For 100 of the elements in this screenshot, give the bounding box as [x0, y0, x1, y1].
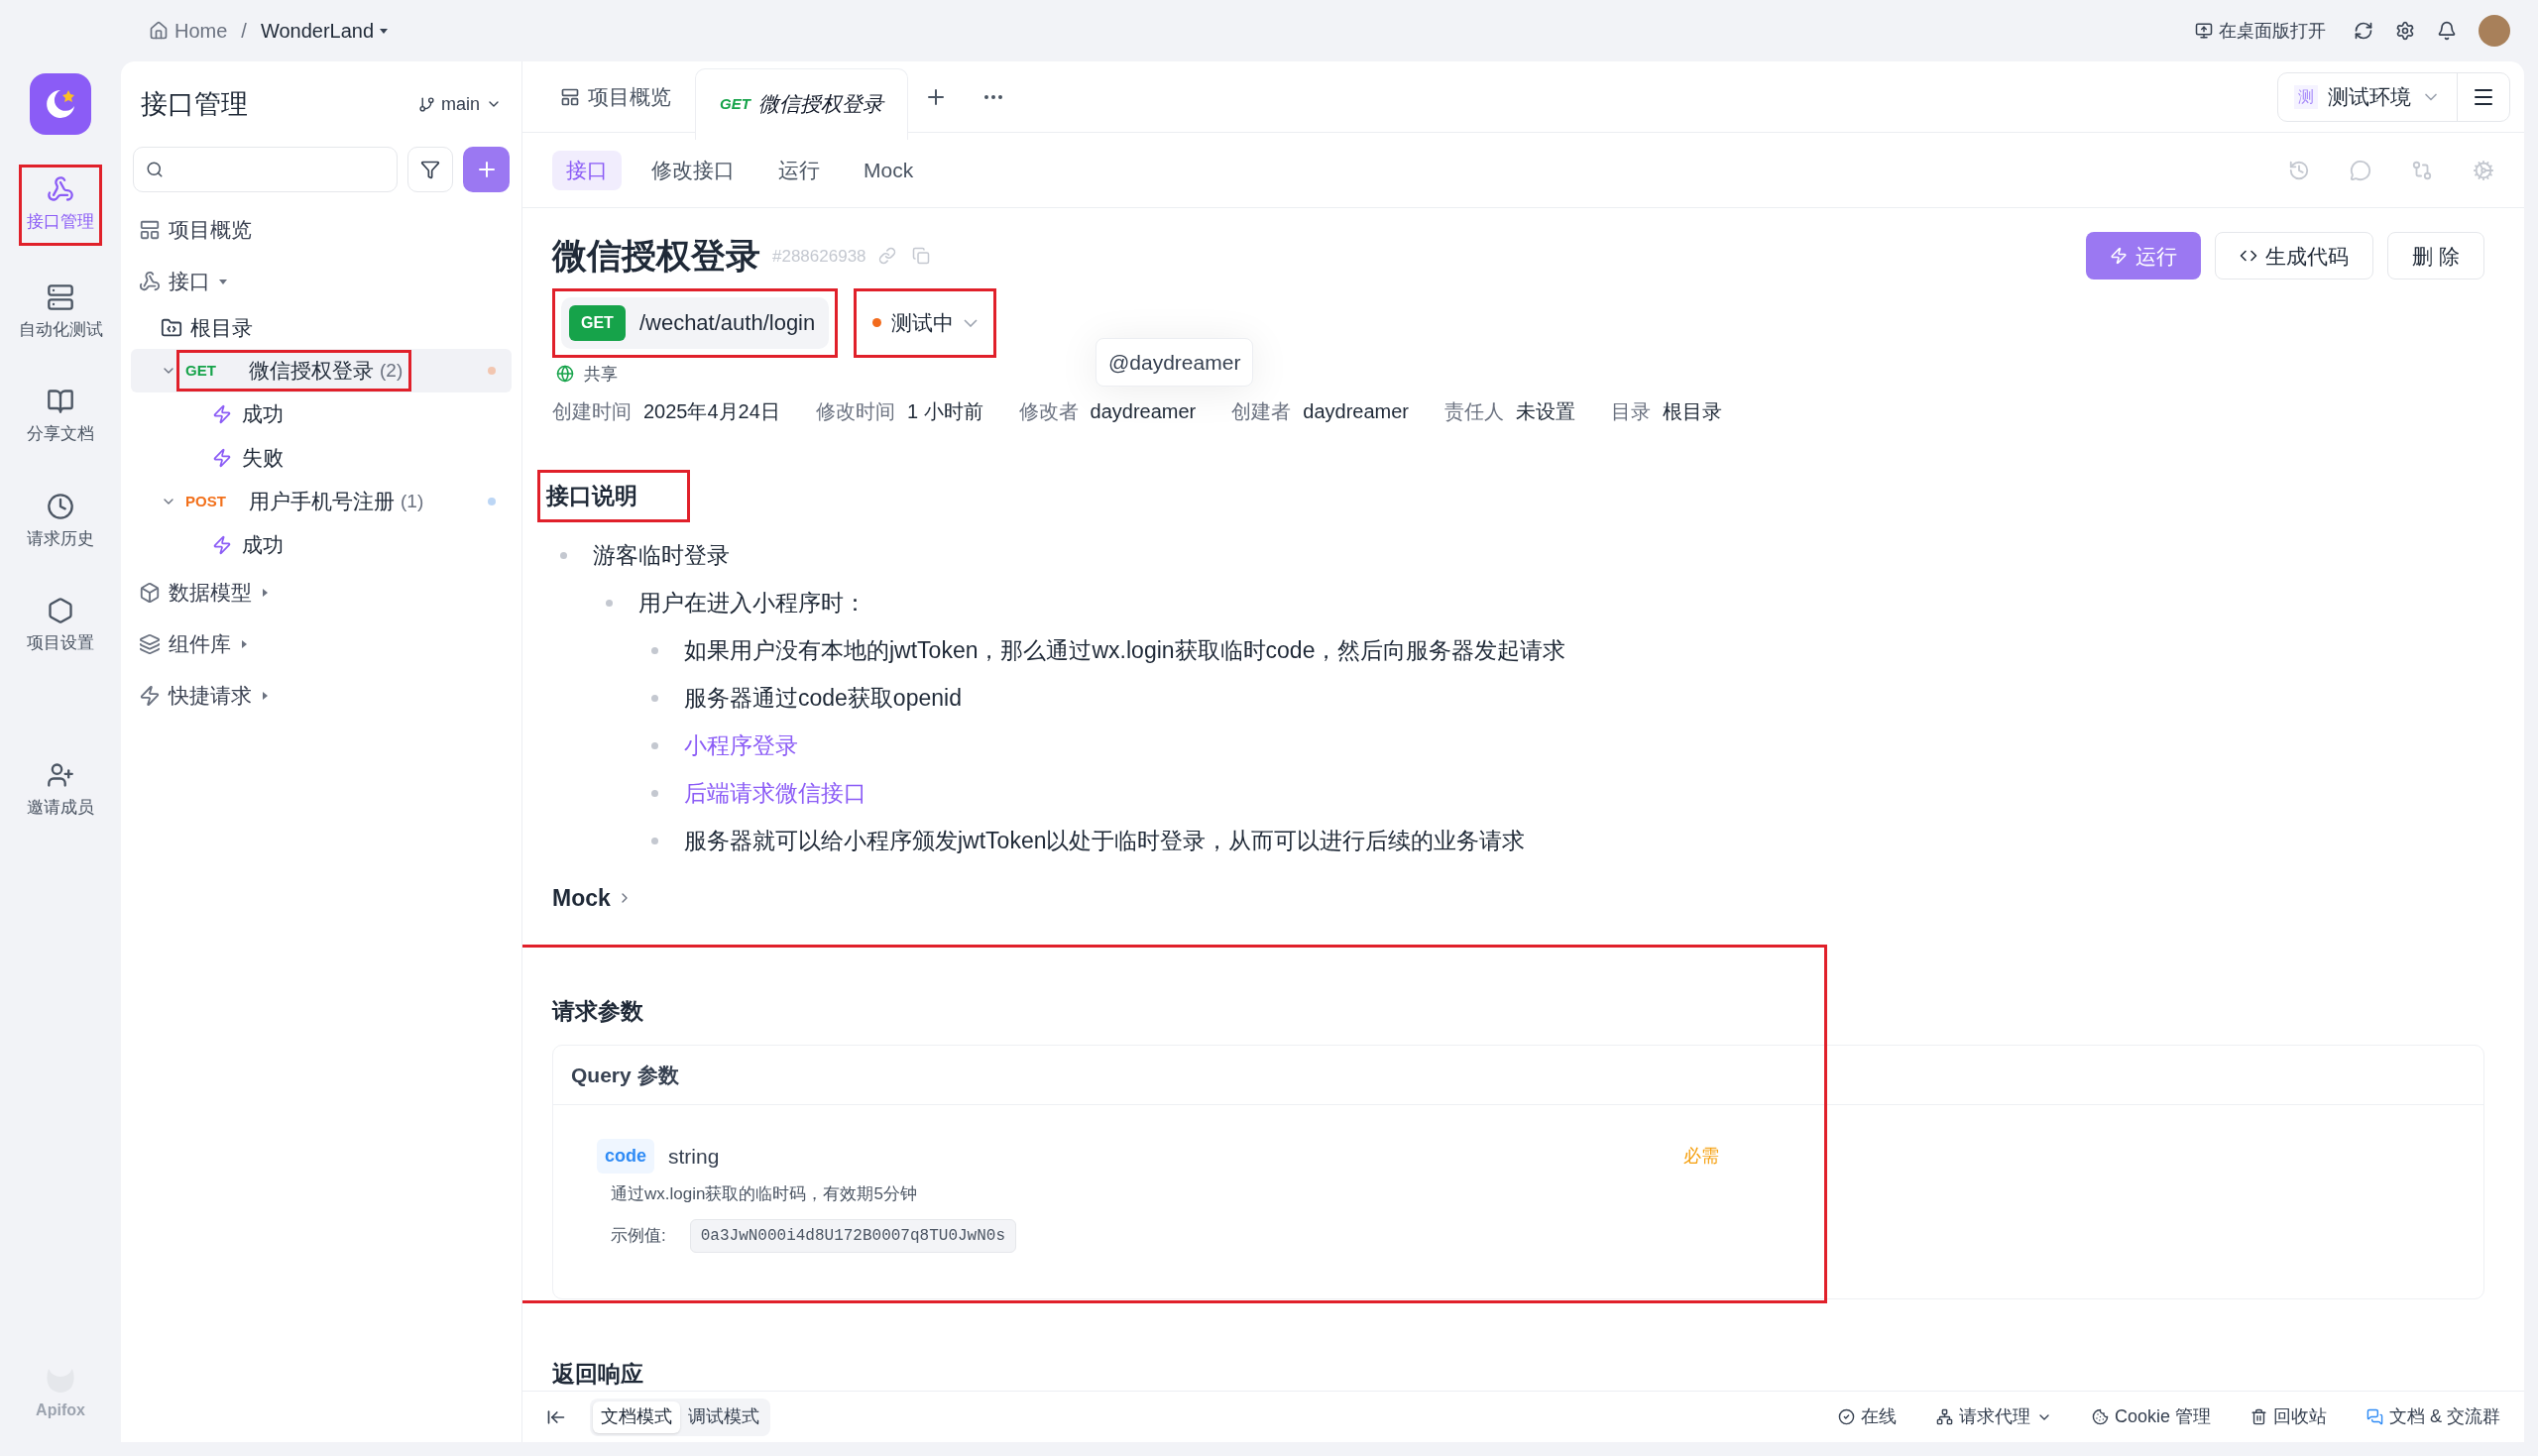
filter-button[interactable] — [406, 147, 454, 192]
status-bar-item[interactable]: 文档 & 交流群 — [2366, 1403, 2500, 1430]
app-logo — [30, 73, 91, 135]
project-dropdown[interactable]: WonderLand — [260, 16, 389, 46]
param-description: 通过wx.login获取的临时码，有效期5分钟 — [611, 1183, 918, 1205]
meta-label: 责任人 — [1444, 399, 1504, 424]
tree-item[interactable]: 项目概览 — [131, 204, 512, 256]
nav-icon — [47, 492, 74, 520]
nav-item[interactable]: 邀请成员 — [22, 752, 99, 828]
folder-icon — [161, 317, 182, 339]
expand-caret-icon — [239, 639, 249, 649]
case-count: (1) — [401, 489, 424, 513]
description-text: 服务器通过code获取openid — [684, 684, 962, 714]
refresh-icon[interactable] — [2354, 21, 2373, 41]
status-icon — [1837, 1408, 1855, 1425]
description-text: 服务器就可以给小程序颁发jwtToken以处于临时登录，从而可以进行后续的业务请求 — [684, 827, 1526, 856]
nav-item[interactable]: 项目设置 — [22, 589, 99, 664]
open-desktop-button[interactable]: 在桌面版打开 — [2195, 17, 2326, 45]
method-label: GET — [185, 360, 217, 381]
history-icon[interactable] — [2288, 159, 2310, 181]
status-bar-item[interactable]: 请求代理 — [1935, 1403, 2052, 1430]
nav-icon — [47, 760, 74, 789]
status-icon — [2091, 1408, 2109, 1425]
tab[interactable]: GET 微信授权登录 — [695, 67, 908, 140]
meta-label: 修改时间 — [815, 399, 895, 424]
nav-item[interactable]: 分享文档 — [22, 380, 99, 455]
subtab[interactable]: 运行 — [764, 150, 834, 190]
tab[interactable]: 项目概览 — [536, 60, 695, 133]
bullet-icon — [651, 695, 658, 702]
add-button[interactable] — [463, 147, 510, 192]
status-icon — [1935, 1408, 1953, 1425]
tree-item[interactable]: 数据模型 — [131, 567, 512, 618]
mode-toggle[interactable]: 调试模式 — [680, 1400, 767, 1433]
overview-icon — [560, 86, 580, 107]
shared-label: 共享 — [584, 363, 618, 386]
notification-icon[interactable] — [2437, 21, 2457, 41]
endpoint-path: GET /wechat/auth/login — [561, 296, 830, 349]
nav-item[interactable]: 请求历史 — [22, 484, 99, 559]
status-bar-item[interactable]: 回收站 — [2250, 1403, 2327, 1430]
required-label: 必需 — [1683, 1145, 1719, 1168]
nav-icon — [47, 282, 74, 311]
status-icon — [2250, 1408, 2267, 1425]
tree-item[interactable]: 接口 — [131, 256, 512, 307]
action-button[interactable]: 删 除 — [2387, 232, 2484, 280]
action-button[interactable]: 生成代码 — [2215, 232, 2374, 280]
breadcrumb-separator: / — [241, 19, 247, 44]
case-icon — [212, 448, 232, 468]
tree-item[interactable]: 快捷请求 — [131, 670, 512, 722]
tree-item[interactable]: 组件库 — [131, 618, 512, 670]
tree-item[interactable]: 成功 — [131, 523, 512, 567]
status-icon — [2366, 1408, 2383, 1425]
compare-icon[interactable] — [2411, 159, 2433, 181]
link-icon[interactable] — [877, 247, 896, 266]
method-label: POST — [185, 491, 227, 511]
tooltip: @daydreamer — [1096, 337, 1254, 387]
meta-value: 未设置 — [1516, 399, 1575, 424]
bullet-icon — [651, 742, 658, 749]
description-text: 如果用户没有本地的jwtToken，那么通过wx.login获取临时code，然后向服务器发起请求 — [684, 636, 1566, 666]
nav-item[interactable]: 接口管理 — [22, 168, 99, 243]
status-bar-item[interactable]: Cookie 管理 — [2091, 1403, 2211, 1430]
globe-icon — [556, 365, 574, 384]
breadcrumb-home[interactable]: Home — [174, 16, 228, 46]
section-heading: 接口说明 — [546, 483, 637, 508]
avatar[interactable] — [2479, 15, 2510, 47]
endpoint-id: #288626938 — [772, 245, 866, 268]
filter-icon — [420, 160, 441, 179]
copy-icon[interactable] — [911, 247, 930, 266]
comment-icon[interactable] — [2350, 159, 2371, 181]
doc-link[interactable]: 后端请求微信接口 — [684, 776, 866, 811]
status-bar-item[interactable]: 在线 — [1837, 1403, 1897, 1430]
settings-icon[interactable] — [2395, 21, 2415, 41]
tree-item[interactable]: 根目录 — [131, 307, 512, 349]
branch-icon — [418, 95, 435, 113]
subtab[interactable]: 修改接口 — [637, 150, 749, 190]
card-title: Query 参数 — [553, 1045, 2483, 1105]
case-count: (2) — [380, 358, 404, 383]
tree-item[interactable]: 成功 — [131, 392, 512, 436]
bullet-icon — [651, 647, 658, 654]
tree-item[interactable]: 失败 — [131, 436, 512, 480]
subtab[interactable]: 接口 — [552, 150, 622, 190]
home-icon — [149, 21, 169, 41]
tree-item[interactable]: POST 用户手机号注册 (1) — [131, 480, 512, 523]
endpoint-name: 用户手机号注册 — [249, 489, 395, 515]
search-field[interactable] — [133, 147, 398, 192]
subtab[interactable]: Mock — [850, 150, 928, 190]
tree-item[interactable]: GET 微信授权登录 (2) — [131, 349, 512, 392]
meta-value: daydreamer — [1090, 399, 1197, 424]
status-dropdown[interactable]: 测试中 — [863, 296, 988, 349]
description-text: 游客临时登录 — [593, 541, 730, 571]
meta-value: 2025年4月24日 — [643, 399, 780, 424]
expand-caret-icon — [260, 588, 270, 598]
mock-link[interactable]: Mock — [552, 880, 633, 915]
mode-toggle[interactable]: 文档模式 — [593, 1400, 680, 1433]
nav-icon — [47, 175, 74, 203]
doc-link[interactable]: 小程序登录 — [684, 728, 798, 763]
tree-item-icon — [139, 685, 161, 707]
branch-dropdown[interactable]: main — [418, 90, 502, 118]
tree-item-icon — [139, 633, 161, 655]
tree-item-icon — [139, 582, 161, 604]
search-icon — [146, 161, 164, 178]
